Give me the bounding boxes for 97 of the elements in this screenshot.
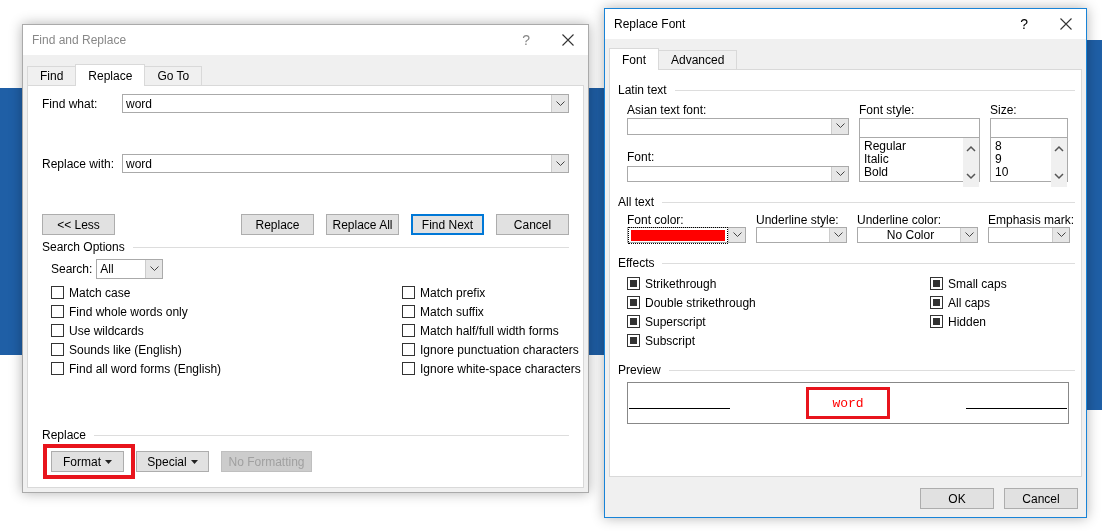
search-direction-dropdown[interactable]: All bbox=[96, 259, 164, 279]
caret-icon bbox=[190, 459, 198, 464]
checkbox-label: Double strikethrough bbox=[645, 295, 756, 310]
tab[interactable]: Font bbox=[609, 48, 659, 70]
checkbox-label: Match suffix bbox=[420, 304, 484, 319]
help-button[interactable]: ? bbox=[522, 32, 530, 48]
tab[interactable]: Advanced bbox=[658, 50, 738, 69]
checkbox[interactable] bbox=[402, 324, 415, 337]
chevron-down-icon bbox=[833, 232, 843, 238]
checkbox-label: Match half/full width forms bbox=[420, 323, 559, 338]
scrollbar[interactable] bbox=[963, 138, 979, 187]
field-label: Underline color: bbox=[857, 213, 943, 227]
field-label: Font color: bbox=[627, 213, 685, 227]
checkbox[interactable] bbox=[627, 277, 640, 290]
section-title: Effects bbox=[618, 256, 655, 270]
chevron-down-icon bbox=[964, 232, 974, 238]
checkbox-label: Ignore white-space characters bbox=[420, 361, 581, 376]
checkbox[interactable] bbox=[402, 362, 415, 375]
checkbox[interactable] bbox=[627, 315, 640, 328]
chevron-down-icon bbox=[732, 232, 742, 238]
checkbox-label: Match prefix bbox=[420, 285, 486, 300]
checkbox[interactable] bbox=[930, 296, 943, 309]
list-item[interactable]: 9 bbox=[995, 153, 1051, 166]
list-item[interactable]: 8 bbox=[995, 140, 1051, 153]
checkbox[interactable] bbox=[402, 305, 415, 318]
checkbox-label: Superscript bbox=[645, 314, 706, 329]
checkbox[interactable] bbox=[51, 343, 64, 356]
chevron-down-icon bbox=[555, 100, 565, 107]
dialog-button[interactable]: Replace All bbox=[326, 214, 399, 235]
dialog-button[interactable]: Replace bbox=[241, 214, 314, 235]
field-label: Asian text font: bbox=[627, 101, 708, 118]
font-style-field[interactable] bbox=[859, 118, 980, 138]
dialog-button[interactable]: Cancel bbox=[496, 214, 569, 235]
font-color-dropdown[interactable] bbox=[627, 227, 746, 243]
checkbox-label: Hidden bbox=[948, 314, 987, 329]
size-field[interactable] bbox=[990, 118, 1068, 138]
checkbox[interactable] bbox=[51, 324, 64, 337]
field-label: Find what: bbox=[42, 96, 99, 111]
scrollbar[interactable] bbox=[1051, 138, 1067, 187]
checkbox-label: Strikethrough bbox=[645, 276, 717, 291]
checkbox[interactable] bbox=[402, 343, 415, 356]
checkbox[interactable] bbox=[930, 277, 943, 290]
checkbox-label: Find all word forms (English) bbox=[69, 361, 222, 376]
format-menu-button[interactable]: Format bbox=[51, 451, 124, 472]
tab[interactable]: Go To bbox=[144, 66, 203, 85]
dialog-button[interactable]: OK bbox=[920, 488, 994, 509]
checkbox[interactable] bbox=[51, 362, 64, 375]
checkbox[interactable] bbox=[627, 334, 640, 347]
window-title: Find and Replace bbox=[32, 33, 128, 47]
checkbox[interactable] bbox=[402, 286, 415, 299]
chevron-down-icon bbox=[835, 123, 845, 130]
field-label: Underline style: bbox=[756, 213, 840, 227]
checkbox-label: Sounds like (English) bbox=[69, 342, 182, 357]
chevron-down-icon bbox=[1056, 232, 1066, 238]
dialog-button[interactable]: Cancel bbox=[1004, 488, 1078, 509]
find-what-field[interactable]: word bbox=[122, 94, 569, 113]
checkbox-label: Ignore punctuation characters bbox=[420, 342, 579, 357]
replace-with-field[interactable]: word bbox=[122, 154, 569, 173]
tab[interactable]: Find bbox=[27, 66, 77, 85]
checkbox[interactable] bbox=[51, 305, 64, 318]
list-item[interactable]: Italic bbox=[864, 153, 963, 166]
checkbox-label: Small caps bbox=[948, 276, 1007, 291]
field-label: Font style: bbox=[859, 101, 916, 118]
checkbox[interactable] bbox=[930, 315, 943, 328]
close-icon[interactable] bbox=[562, 34, 574, 46]
format-menu-button[interactable]: Special bbox=[136, 451, 209, 472]
caret-icon bbox=[105, 459, 112, 464]
section-title: All text bbox=[618, 195, 654, 209]
chevron-down-icon bbox=[835, 170, 845, 177]
section-title: Preview bbox=[618, 363, 661, 377]
field-label: Size: bbox=[990, 101, 1018, 118]
field-label: Search: bbox=[51, 262, 93, 276]
checkbox-label: Use wildcards bbox=[69, 323, 144, 338]
help-button[interactable]: ? bbox=[1020, 16, 1028, 32]
checkbox[interactable] bbox=[51, 286, 64, 299]
underline-color-dropdown[interactable]: No Color bbox=[857, 227, 978, 243]
less-button[interactable]: << Less bbox=[42, 214, 115, 235]
close-icon[interactable] bbox=[1060, 18, 1072, 30]
list-item[interactable]: Bold bbox=[864, 166, 963, 179]
field-label: Font: bbox=[627, 149, 656, 166]
section-title: Latin text bbox=[618, 83, 667, 97]
checkbox-label: Match case bbox=[69, 285, 131, 300]
checkbox-label: Find whole words only bbox=[69, 304, 188, 319]
list-item[interactable]: 10 bbox=[995, 166, 1051, 179]
checkbox[interactable] bbox=[627, 296, 640, 309]
section-title: Search Options bbox=[42, 240, 125, 254]
section-title: Replace bbox=[42, 428, 87, 442]
list-item[interactable]: Regular bbox=[864, 140, 963, 153]
checkbox-label: All caps bbox=[948, 295, 991, 310]
chevron-down-icon bbox=[555, 160, 565, 167]
field-label: Replace with: bbox=[42, 156, 116, 171]
checkbox-label: Subscript bbox=[645, 333, 696, 348]
preview-text: word bbox=[832, 395, 864, 411]
dialog-button[interactable]: Find Next bbox=[411, 214, 484, 235]
tab[interactable]: Replace bbox=[75, 64, 146, 86]
chevron-down-icon bbox=[149, 266, 159, 272]
window-title: Replace Font bbox=[614, 17, 687, 31]
